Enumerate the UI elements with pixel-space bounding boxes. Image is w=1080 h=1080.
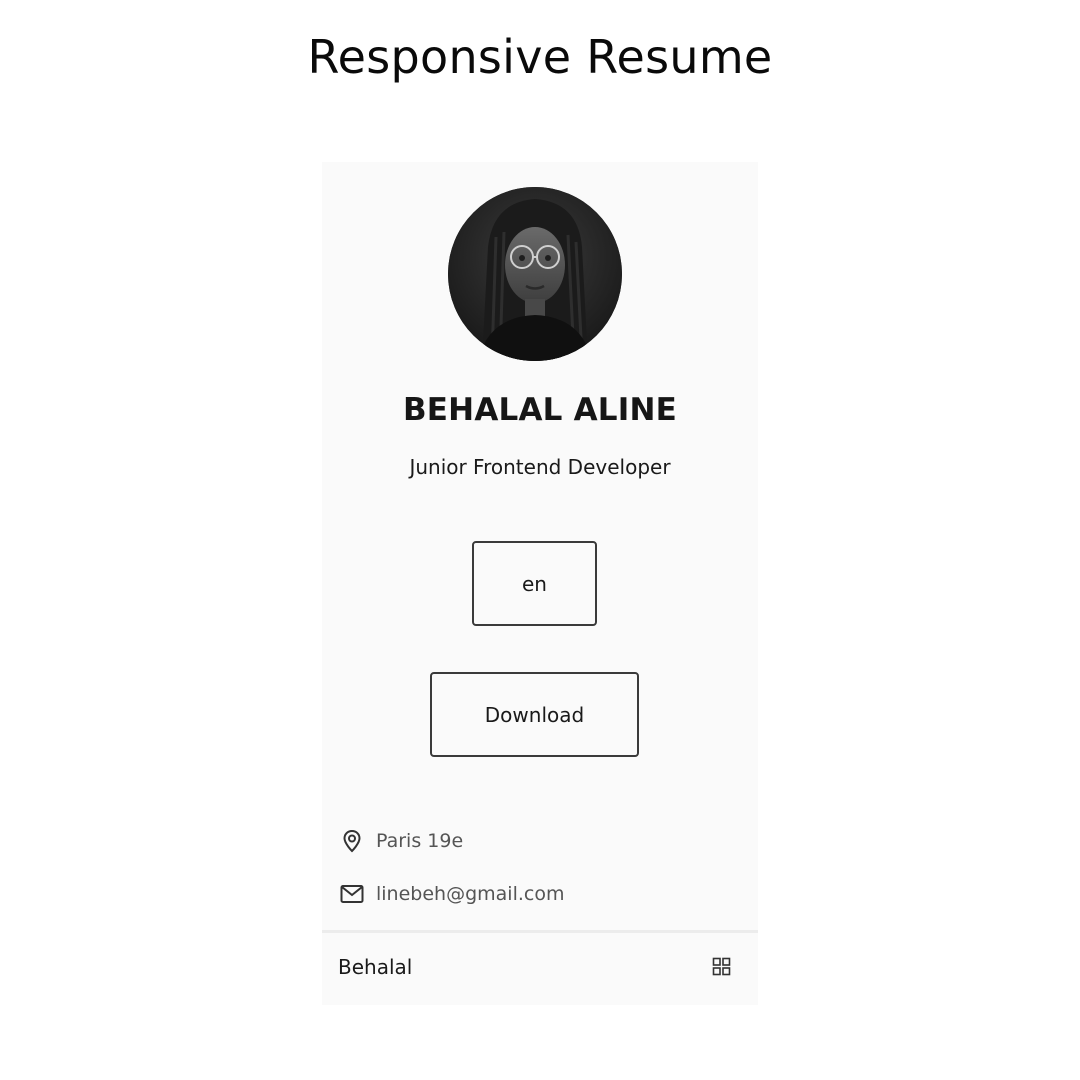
avatar-image (448, 187, 622, 361)
email-row: linebeh@gmail.com (340, 879, 564, 909)
location-text: Paris 19e (376, 830, 464, 852)
language-button[interactable]: en (472, 541, 597, 626)
resume-card: BEHALAL ALINE Junior Frontend Developer … (322, 162, 758, 1005)
location-row: Paris 19e (340, 826, 463, 856)
email-text[interactable]: linebeh@gmail.com (376, 883, 564, 905)
mail-icon (340, 882, 364, 906)
download-button[interactable]: Download (430, 672, 639, 757)
avatar (448, 187, 622, 361)
page-title: Responsive Resume (307, 30, 773, 84)
profile-name: BEHALAL ALINE (402, 392, 678, 428)
map-pin-icon (340, 829, 364, 853)
page: Responsive Resume BEHALAL ALINE Junior F… (0, 0, 1080, 1080)
brand-logo-text[interactable]: Behalal (338, 953, 412, 981)
grid-icon[interactable] (712, 957, 732, 977)
bottom-nav: Behalal (322, 930, 758, 1005)
profile-role: Junior Frontend Developer (409, 455, 671, 479)
